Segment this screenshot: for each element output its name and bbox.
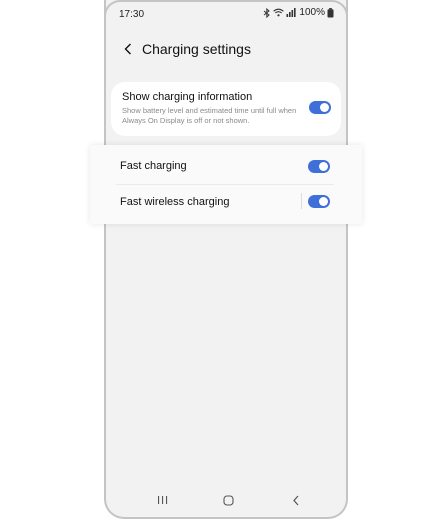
- wifi-icon: [273, 8, 285, 17]
- fast-wireless-charging-toggle[interactable]: [308, 195, 330, 208]
- toggle-knob: [319, 162, 328, 171]
- battery-icon: [327, 7, 334, 17]
- status-time: 17:30: [119, 9, 145, 20]
- home-button[interactable]: [220, 492, 236, 508]
- status-bar: 17:30 100%: [106, 0, 346, 30]
- toggle-knob: [320, 103, 329, 112]
- signal-icon: [286, 8, 297, 17]
- back-icon: [293, 495, 299, 505]
- home-icon: [222, 494, 234, 506]
- header: Charging settings: [106, 34, 346, 64]
- row-vertical-separator: [301, 193, 302, 209]
- stage: 17:30 100% Charging settings Show chargi…: [0, 0, 448, 520]
- fast-charging-row[interactable]: Fast charging: [90, 145, 362, 184]
- fast-charging-title: Fast charging: [120, 160, 187, 172]
- bluetooth-icon: [264, 7, 271, 18]
- show-charging-info-description: Show battery level and estimated time un…: [122, 106, 297, 125]
- charging-options-panel: Fast charging Fast wireless charging: [90, 145, 362, 224]
- show-charging-info-row[interactable]: Show charging information Show battery l…: [111, 82, 341, 136]
- show-charging-info-title: Show charging information: [122, 91, 253, 103]
- navigation-bar: [106, 483, 346, 517]
- toggle-knob: [319, 197, 328, 206]
- fast-charging-toggle[interactable]: [308, 160, 330, 173]
- show-charging-info-toggle[interactable]: [309, 101, 331, 114]
- chevron-left-icon: [124, 43, 131, 55]
- nav-back-button[interactable]: [288, 492, 304, 508]
- status-icons: 100%: [263, 7, 334, 18]
- back-button[interactable]: [120, 40, 136, 58]
- fast-wireless-charging-row[interactable]: Fast wireless charging: [90, 185, 362, 224]
- phone-screen: 17:30 100% Charging settings Show chargi…: [104, 0, 348, 519]
- battery-level: 100%: [299, 7, 325, 18]
- page-title: Charging settings: [142, 41, 251, 57]
- recents-button[interactable]: [154, 492, 170, 508]
- fast-wireless-charging-title: Fast wireless charging: [120, 196, 230, 208]
- recents-icon: [157, 496, 167, 504]
